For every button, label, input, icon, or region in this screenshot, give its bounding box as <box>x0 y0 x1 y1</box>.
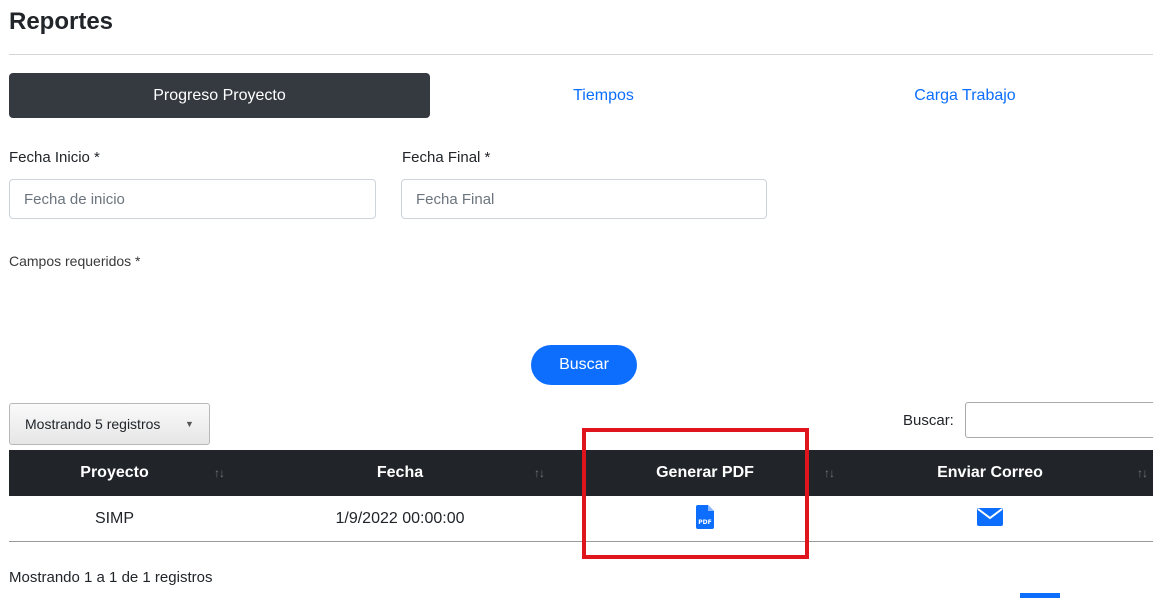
cell-fecha: 1/9/2022 00:00:00 <box>335 510 465 527</box>
caret-down-icon: ▼ <box>185 419 194 429</box>
table-info: Mostrando 1 a 1 de 1 registros <box>9 569 213 586</box>
tab-progreso-proyecto[interactable]: Progreso Proyecto <box>9 73 430 118</box>
table-row: SIMP 1/9/2022 00:00:00 PDF <box>9 496 1153 542</box>
required-note: Campos requeridos * <box>9 253 141 269</box>
tab-carga-trabajo[interactable]: Carga Trabajo <box>777 73 1153 118</box>
page-length-label: Mostrando 5 registros <box>25 416 161 432</box>
pagination-active-page[interactable] <box>1020 593 1060 598</box>
column-header-enviar-correo[interactable]: Enviar Correo <box>859 450 1121 496</box>
table-search-label: Buscar: <box>903 412 954 429</box>
table-header: Proyecto ↑↓ Fecha ↑↓ Generar PDF ↑↓ Envi… <box>9 450 1153 496</box>
sort-icon[interactable]: ↑↓ <box>534 450 545 496</box>
tab-tiempos[interactable]: Tiempos <box>430 73 777 118</box>
end-date-label: Fecha Final * <box>402 149 491 166</box>
highlight-annotation-box <box>582 428 809 559</box>
sort-icon[interactable]: ↑↓ <box>1137 450 1148 496</box>
start-date-input[interactable] <box>9 179 376 219</box>
table-search-input[interactable] <box>965 402 1153 438</box>
search-button[interactable]: Buscar <box>531 345 637 385</box>
column-header-proyecto[interactable]: Proyecto <box>9 450 220 496</box>
title-divider <box>9 54 1153 55</box>
envelope-icon <box>977 507 1003 526</box>
start-date-label: Fecha Inicio * <box>9 149 100 166</box>
sort-icon[interactable]: ↑↓ <box>824 450 835 496</box>
page-title: Reportes <box>9 8 114 35</box>
column-header-fecha[interactable]: Fecha <box>220 450 580 496</box>
send-email-button[interactable] <box>859 496 1121 541</box>
cell-proyecto: SIMP <box>94 510 135 527</box>
end-date-input[interactable] <box>401 179 767 219</box>
page-length-select[interactable]: Mostrando 5 registros ▼ <box>9 403 210 445</box>
